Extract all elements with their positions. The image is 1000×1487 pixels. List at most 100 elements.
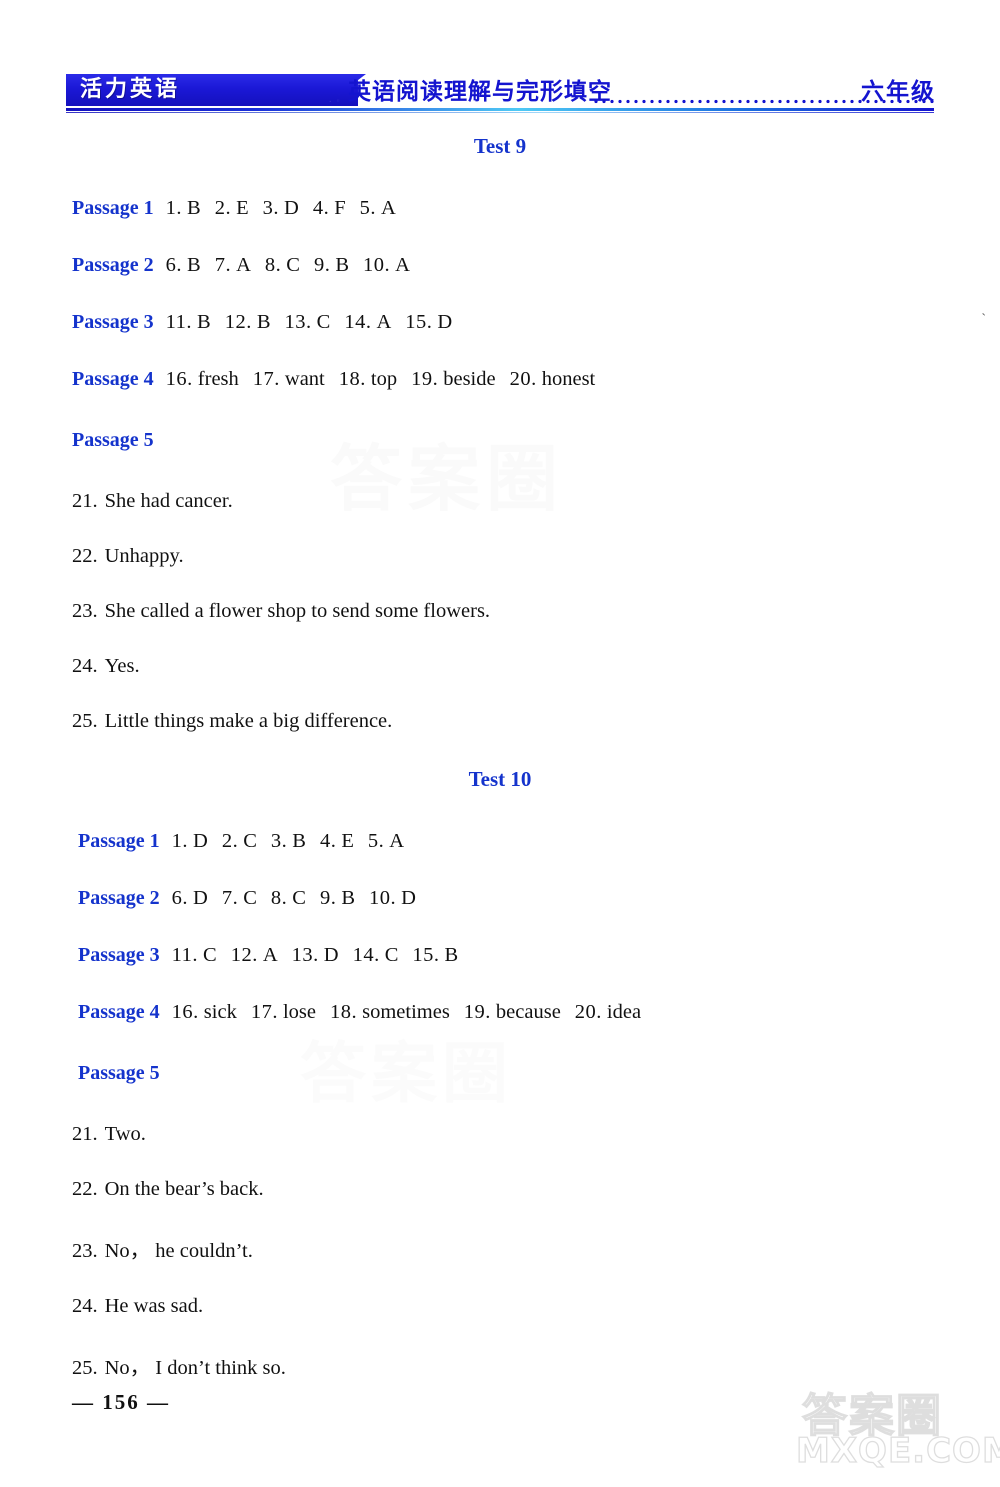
answer-key-content: Test 9 Passage 1 1. B 2. E 3. D 4. F 5. A Passage… <box>0 122 1000 1380</box>
answer-number: 10. <box>369 887 397 909</box>
answer-number: 16. <box>165 368 193 390</box>
answer-line: 25. Little things make a big difference. <box>72 710 1000 733</box>
answer-value: C <box>316 311 331 333</box>
answer-item: 17. want <box>253 368 325 391</box>
answer-item: 17. lose <box>251 1001 316 1024</box>
passage-answers: 11. B 12. B 13. C 14. A 15. D <box>166 311 467 334</box>
answer-number: 19. <box>463 1001 491 1023</box>
answer-number: 16. <box>171 1001 199 1023</box>
brand-label: 活力英语 <box>80 77 181 102</box>
answer-number: 9. <box>313 254 331 276</box>
passage-row: Passage 2 6. B 7. A 8. C 9. B 10. A <box>72 254 1000 277</box>
answer-item: 20. idea <box>575 1001 641 1024</box>
answer-value: F <box>334 197 346 219</box>
answer-number: 18. <box>338 368 366 390</box>
answer-value: B <box>256 311 271 333</box>
answer-number: 13. <box>291 944 319 966</box>
answer-line: 23. She called a flower shop to send some… <box>72 600 1000 623</box>
answer-item: 16. fresh <box>166 368 239 391</box>
answer-line: 21. Two. <box>72 1123 1000 1146</box>
site-watermark: 答案圈 MXQE.COM <box>766 1369 1000 1481</box>
answer-number: 25. <box>72 1357 98 1379</box>
answer-item: 6. B <box>166 254 201 277</box>
answer-value: beside <box>443 368 496 390</box>
passage-label: Passage 2 <box>72 254 154 276</box>
passage-label: Passage 2 <box>78 887 160 909</box>
answer-value: A <box>380 197 396 219</box>
answer-value: E <box>341 830 354 852</box>
answer-value: B <box>335 254 350 276</box>
answer-text: Little things make a big difference. <box>104 710 393 732</box>
answer-number: 14. <box>352 944 380 966</box>
answer-number: 23. <box>72 600 98 622</box>
answer-value: sometimes <box>362 1001 450 1023</box>
answer-value: A <box>262 944 278 966</box>
answer-value: A <box>236 254 251 276</box>
answer-number: 11. <box>171 944 199 966</box>
answer-item: 8. C <box>265 254 300 277</box>
answer-value: C <box>203 944 217 966</box>
answer-item: 6. D <box>172 887 208 910</box>
answer-item: 7. A <box>215 254 251 277</box>
passage-row: Passage 3 11. C 12. A 13. D 14. C 15. B <box>78 944 1000 967</box>
passage-answers: 6. D 7. C 8. C 9. B 10. D <box>172 887 430 910</box>
answer-number: 6. <box>165 254 183 276</box>
answer-number: 24. <box>72 655 98 677</box>
answer-item: 7. C <box>222 887 257 910</box>
answer-text: She called a flower shop to send some fl… <box>104 600 491 622</box>
answer-line: 21. She had cancer. <box>72 490 1000 513</box>
answer-number: 4. <box>319 830 337 852</box>
answer-text: Yes. <box>104 655 140 677</box>
answer-number: 2. <box>214 197 232 219</box>
answer-value: lose <box>282 1001 316 1023</box>
passage-row: Passage 1 1. D 2. C 3. B 4. E 5. A <box>78 830 1000 853</box>
answer-line: 25. No， I don’t think so. <box>72 1350 1000 1380</box>
answer-value: C <box>243 830 257 852</box>
answer-value: D <box>284 197 299 219</box>
passage-row: Passage 5 <box>78 1062 1000 1085</box>
answer-number: 17. <box>252 368 280 390</box>
test-section-10: Test 10 Passage 1 1. D 2. C 3. B 4. E 5. A Passag… <box>0 767 1000 1380</box>
test-section-9: Test 9 Passage 1 1. B 2. E 3. D 4. F 5. A Passage… <box>0 134 1000 733</box>
answer-value: E <box>236 197 249 219</box>
answer-number: 8. <box>270 887 288 909</box>
answer-value: D <box>193 830 208 852</box>
answer-value: C <box>384 944 399 966</box>
answer-item: 13. D <box>292 944 339 967</box>
passage-row: Passage 5 <box>72 429 1000 452</box>
answer-number: 19. <box>411 368 439 390</box>
answer-item: 15. D <box>405 311 452 334</box>
answer-number: 11. <box>165 311 193 333</box>
answer-item: 2. E <box>215 197 249 220</box>
answer-item: 18. sometimes <box>330 1001 450 1024</box>
answer-item: 13. C <box>285 311 331 334</box>
answer-value: A <box>389 830 405 852</box>
answer-item: 14. C <box>353 944 399 967</box>
answer-line: 22. Unhappy. <box>72 545 1000 568</box>
answer-value: sick <box>203 1001 237 1023</box>
answer-value: honest <box>541 368 596 390</box>
answer-number: 9. <box>319 887 337 909</box>
answer-number: 8. <box>264 254 282 276</box>
answer-value: fresh <box>197 368 239 390</box>
answer-number: 25. <box>72 710 98 732</box>
brand-badge: 活力英语 <box>66 74 366 106</box>
answer-value: B <box>292 830 306 852</box>
answer-number: 22. <box>72 545 98 567</box>
answer-number: 23. <box>72 1240 98 1262</box>
answer-number: 5. <box>359 197 376 219</box>
answer-item: 20. honest <box>510 368 596 391</box>
answer-number: 12. <box>224 311 252 333</box>
passage-row: Passage 2 6. D 7. C 8. C 9. B 10. D <box>78 887 1000 910</box>
answer-value: top <box>370 368 398 390</box>
answer-item: 16. sick <box>172 1001 237 1024</box>
answer-item: 11. B <box>166 311 211 334</box>
answer-number: 10. <box>363 254 391 276</box>
page-header: 活力英语 英语阅读理解与完形填空 六年级 <box>0 0 1000 122</box>
answer-number: 17. <box>250 1001 278 1023</box>
passage-answers: 16. fresh 17. want 18. top 19. beside 20. honest <box>166 368 610 391</box>
answer-line: 22. On the bear’s back. <box>72 1178 1000 1201</box>
answer-number: 7. <box>221 887 239 909</box>
answer-item: 10. D <box>369 887 416 910</box>
answer-text: No， I don’t think so. <box>104 1357 286 1379</box>
